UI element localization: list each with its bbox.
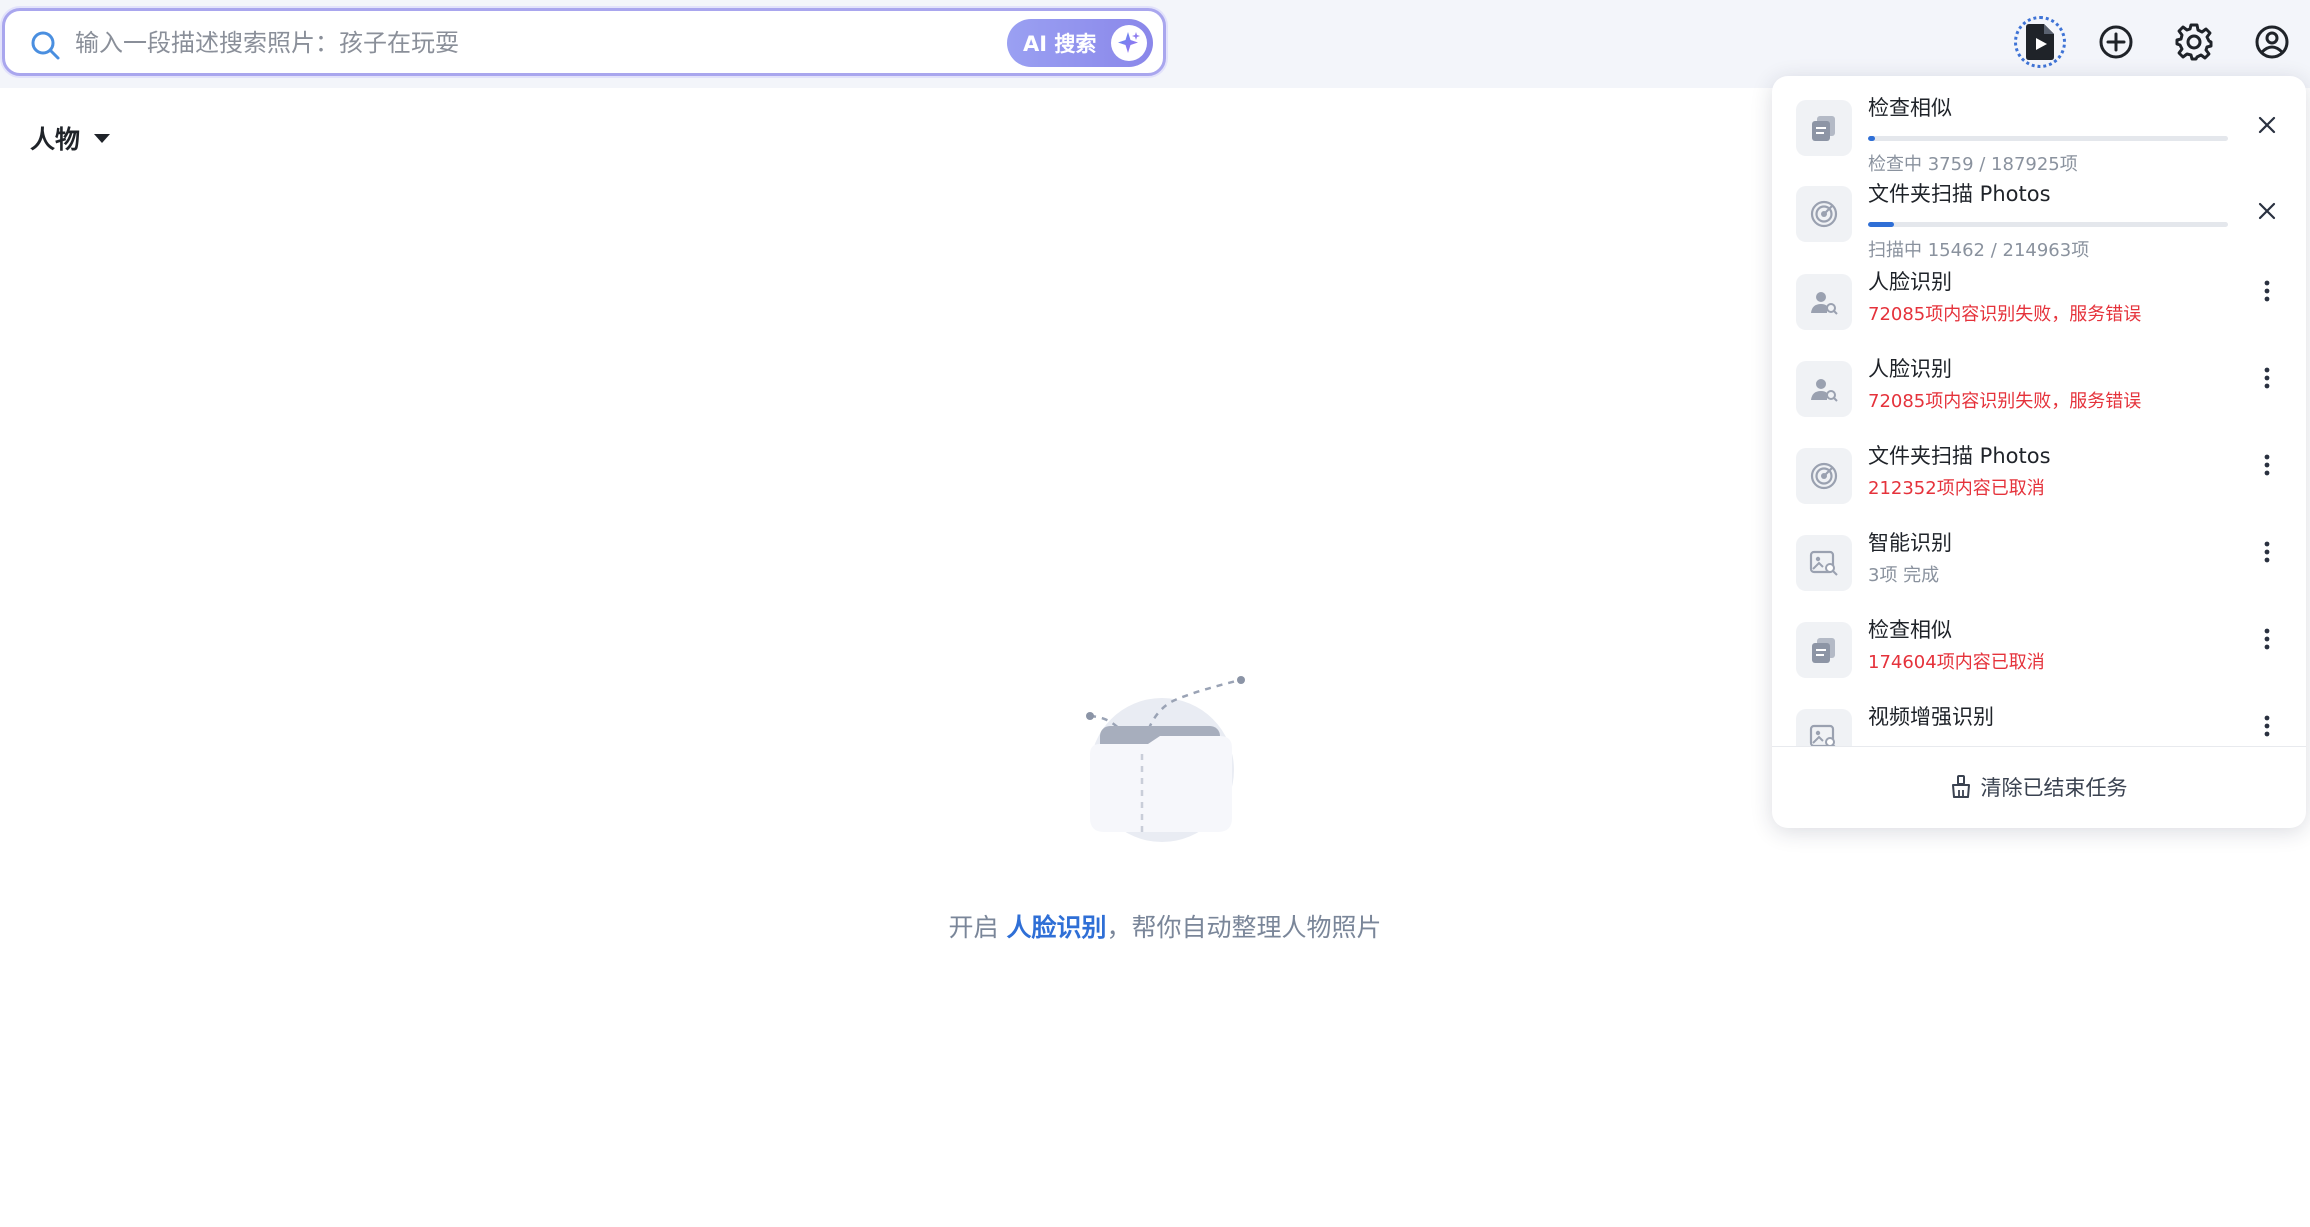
task-title: 检查相似 bbox=[1868, 96, 1952, 120]
task-progress-bar bbox=[1868, 222, 2228, 227]
panel-divider bbox=[1772, 746, 2306, 747]
task-subtitle: 检查中 3759 / 187925项 bbox=[1868, 154, 2078, 175]
app-window: AI 搜索 bbox=[0, 0, 2310, 1227]
sparkle-icon bbox=[1111, 25, 1147, 61]
account-button[interactable] bbox=[2246, 16, 2298, 68]
image-search-icon bbox=[1796, 535, 1852, 591]
add-button[interactable] bbox=[2090, 16, 2142, 68]
task-title: 智能识别 bbox=[1868, 531, 1952, 555]
task-item[interactable]: 人脸识别 72085项内容识别失败，服务错误 bbox=[1772, 264, 2306, 344]
ai-search-button[interactable]: AI 搜索 bbox=[1007, 19, 1153, 67]
task-progress-fill bbox=[1868, 222, 1894, 227]
more-icon bbox=[2263, 541, 2271, 567]
category-dropdown[interactable]: 人物 bbox=[30, 118, 111, 158]
task-center-button[interactable] bbox=[2014, 16, 2066, 68]
category-label: 人物 bbox=[30, 125, 81, 154]
cancel-task-button[interactable] bbox=[2252, 198, 2282, 228]
radar-icon bbox=[1796, 448, 1852, 504]
task-more-button[interactable] bbox=[2252, 278, 2282, 308]
close-icon bbox=[2257, 201, 2277, 225]
duplicate-icon bbox=[1796, 622, 1852, 678]
hint-suffix: ，帮你自动整理人物照片 bbox=[1106, 913, 1382, 942]
task-item[interactable]: 智能识别 3项 完成 bbox=[1772, 525, 2306, 605]
task-item[interactable]: 文件夹扫描 Photos 扫描中 15462 / 214963项 bbox=[1772, 176, 2306, 261]
task-item[interactable]: 检查相似检查中 3759 / 187925项 bbox=[1772, 90, 2306, 175]
task-item[interactable]: 文件夹扫描 Photos 212352项内容已取消 bbox=[1772, 438, 2306, 518]
more-icon bbox=[2263, 280, 2271, 306]
task-title: 人脸识别 bbox=[1868, 270, 1952, 294]
task-title: 视频增强识别 bbox=[1868, 705, 1994, 729]
more-icon bbox=[2263, 628, 2271, 654]
task-more-button[interactable] bbox=[2252, 365, 2282, 395]
face-search-icon bbox=[1796, 361, 1852, 417]
task-icon bbox=[2026, 24, 2054, 60]
ai-search-label: AI 搜索 bbox=[1023, 32, 1097, 56]
task-item[interactable]: 人脸识别 72085项内容识别失败，服务错误 bbox=[1772, 351, 2306, 431]
task-more-button[interactable] bbox=[2252, 626, 2282, 656]
task-subtitle: 72085项内容识别失败，服务错误 bbox=[1868, 304, 2142, 325]
clear-finished-tasks-label: 清除已结束任务 bbox=[1980, 776, 2128, 800]
task-subtitle: 212352项内容已取消 bbox=[1868, 478, 2045, 499]
task-subtitle: 扫描中 15462 / 214963项 bbox=[1868, 240, 2090, 261]
task-title: 文件夹扫描 Photos bbox=[1868, 444, 2051, 468]
task-panel: 检查相似 检查中 3759 / 187925项 文件夹扫描 Photos 扫描中 15… bbox=[1772, 76, 2306, 828]
cancel-task-button[interactable] bbox=[2252, 112, 2282, 142]
radar-icon bbox=[1796, 186, 1852, 242]
face-search-icon bbox=[1796, 274, 1852, 330]
task-subtitle: 72085项内容识别失败，服务错误 bbox=[1868, 391, 2142, 412]
more-icon bbox=[2263, 367, 2271, 393]
task-progress-bar bbox=[1868, 136, 2228, 141]
search-icon bbox=[31, 31, 60, 60]
clear-finished-tasks-button[interactable]: 清除已结束任务 bbox=[1772, 748, 2306, 826]
task-more-button[interactable] bbox=[2252, 452, 2282, 482]
add-icon bbox=[2099, 25, 2133, 59]
top-bar: AI 搜索 bbox=[0, 0, 2310, 88]
task-title: 文件夹扫描 Photos bbox=[1868, 182, 2051, 206]
task-subtitle: 3项 完成 bbox=[1868, 565, 1940, 586]
image-search-icon bbox=[1796, 709, 1852, 746]
task-progress-fill bbox=[1868, 136, 1876, 141]
caret-down-icon bbox=[94, 133, 111, 143]
task-list[interactable]: 检查相似 检查中 3759 / 187925项 文件夹扫描 Photos 扫描中 15… bbox=[1772, 76, 2306, 746]
more-icon bbox=[2263, 715, 2271, 741]
search-box[interactable]: AI 搜索 bbox=[2, 8, 1166, 76]
task-item[interactable]: 视频增强识别 bbox=[1772, 699, 2306, 746]
hint-prefix: 开启 bbox=[948, 913, 1007, 942]
task-more-button[interactable] bbox=[2252, 539, 2282, 569]
duplicate-icon bbox=[1796, 100, 1852, 156]
task-title: 检查相似 bbox=[1868, 618, 1952, 642]
user-icon bbox=[2255, 25, 2289, 59]
more-icon bbox=[2263, 454, 2271, 480]
close-icon bbox=[2257, 115, 2277, 139]
task-title: 人脸识别 bbox=[1868, 357, 1952, 381]
search-input[interactable] bbox=[75, 21, 995, 65]
empty-folder-illustration bbox=[1086, 676, 1245, 842]
task-subtitle: 174604项内容已取消 bbox=[1868, 652, 2045, 673]
gear-icon bbox=[2175, 23, 2213, 61]
enable-face-recognition-link[interactable]: 人脸识别 bbox=[1006, 913, 1106, 942]
task-more-button[interactable] bbox=[2252, 713, 2282, 743]
broom-icon bbox=[1951, 775, 1970, 798]
task-item[interactable]: 检查相似 174604项内容已取消 bbox=[1772, 612, 2306, 692]
empty-state-hint: 开启 人脸识别，帮你自动整理人物照片 bbox=[0, 908, 2310, 944]
settings-button[interactable] bbox=[2168, 16, 2220, 68]
